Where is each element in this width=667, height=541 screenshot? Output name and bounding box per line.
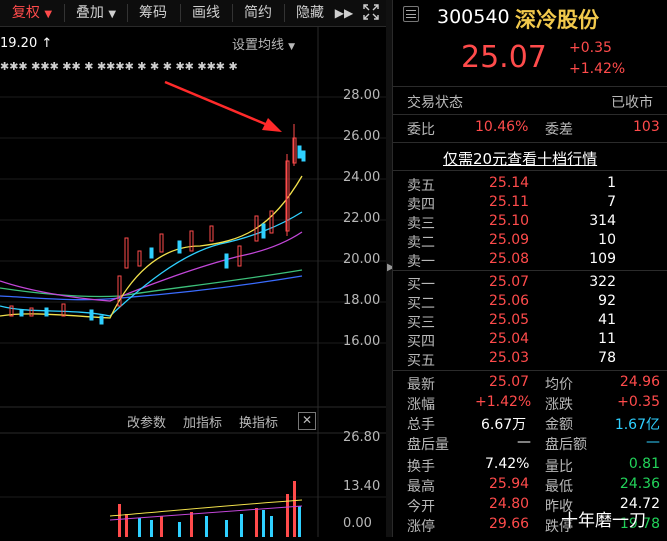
hide-button[interactable]: 隐藏 <box>290 3 330 23</box>
ma-line-yellow <box>0 175 303 319</box>
order-diff-value: 103 <box>633 119 660 135</box>
double-chevron-right-icon[interactable]: ▶▶ <box>333 3 355 23</box>
bid-row: 买三 25.05 41 <box>407 312 616 331</box>
bid-row: 买二 25.06 92 <box>407 293 616 312</box>
y-tick-label: 22.00 <box>343 211 381 226</box>
dropdown-caret-icon: ▼ <box>108 9 117 20</box>
vol-tick-label: 13.40 <box>343 479 381 494</box>
bid-row: 买一 25.07 322 <box>407 274 616 293</box>
simple-mode-button[interactable]: 简约 <box>238 3 278 23</box>
stock-name[interactable]: 深冷股份 <box>515 4 599 34</box>
chips-button[interactable]: 筹码 <box>133 3 173 23</box>
y-tick-label: 18.00 <box>343 293 381 308</box>
order-diff-label: 委差 <box>545 122 573 138</box>
watermark: 十年磨一刀 <box>561 511 646 531</box>
price-change-pct: +1.42% <box>569 61 626 77</box>
expand-arrows-icon[interactable] <box>360 3 382 23</box>
bid-row: 买四 25.04 11 <box>407 331 616 350</box>
ask-row: 卖三 25.10 314 <box>407 213 616 232</box>
price-change: +0.35 <box>569 40 612 56</box>
bid-row: 买五 25.03 78 <box>407 350 616 369</box>
y-tick-label: 26.00 <box>343 129 381 144</box>
annotation-arrow <box>164 80 282 132</box>
edit-params-button[interactable]: 改参数 <box>127 412 166 431</box>
ma-settings-button[interactable]: 设置均线 ▼ <box>232 34 295 53</box>
close-icon[interactable]: ✕ <box>298 412 316 430</box>
draw-line-button[interactable]: 画线 <box>186 3 226 23</box>
adjust-rights-button[interactable]: 复权 ▼ <box>6 3 58 23</box>
menu-icon[interactable] <box>403 6 419 22</box>
dropdown-caret-icon: ▼ <box>44 9 53 20</box>
kline-chart[interactable]: ✱✱✱ ✱✱✱ ✱✱ ✱ ✱✱✱✱ ✱ ✱ ✱ ✱✱ ✱✱✱ ✱ <box>0 26 386 537</box>
event-markers[interactable]: ✱✱✱ ✱✱✱ ✱✱ ✱ ✱✱✱✱ ✱ ✱ ✱ ✱✱ ✱✱✱ ✱ <box>0 60 238 73</box>
order-ratio-value: 10.46% <box>475 119 529 135</box>
level2-promo-link[interactable]: 仅需20元查看十档行情 <box>443 148 597 169</box>
trade-status-value: 已收市 <box>611 95 653 111</box>
stock-code: 300540 <box>437 6 510 28</box>
y-tick-label: 20.00 <box>343 252 381 267</box>
trade-status-label: 交易状态 <box>407 95 463 111</box>
ask-row: 卖二 25.09 10 <box>407 232 616 251</box>
add-indicator-button[interactable]: 加指标 <box>183 412 222 431</box>
last-price: 25.07 <box>461 40 547 75</box>
overlay-button[interactable]: 叠加 ▼ <box>70 3 122 23</box>
ask-row: 卖一 25.08 109 <box>407 251 616 270</box>
y-tick-label: 28.00 <box>343 88 381 103</box>
ma-line-blue <box>0 275 303 301</box>
ma-line-purple <box>0 231 303 302</box>
switch-indicator-button[interactable]: 换指标 <box>239 412 278 431</box>
current-price-marker: 19.20 ↑ <box>0 36 53 51</box>
vol-tick-label: 0.00 <box>343 516 372 531</box>
y-tick-label: 24.00 <box>343 170 381 185</box>
ask-row: 卖五 25.14 1 <box>407 175 616 194</box>
volume-bars[interactable] <box>109 481 303 537</box>
y-tick-label: 16.00 <box>343 334 381 349</box>
order-ratio-label: 委比 <box>407 122 435 138</box>
kline-chart-area: ✱✱✱ ✱✱✱ ✱✱ ✱ ✱✱✱✱ ✱ ✱ ✱ ✱✱ ✱✱✱ ✱ 19.20 ↑… <box>0 26 386 537</box>
chart-toolbar: 复权 ▼ 叠加 ▼ 筹码 画线 简约 隐藏 ▶▶ <box>0 0 386 27</box>
vol-tick-label: 26.80 <box>343 430 381 445</box>
ask-row: 卖四 25.11 7 <box>407 194 616 213</box>
quote-panel: 300540 深冷股份 25.07 +0.35 +1.42% 交易状态 已收市 … <box>392 0 667 537</box>
